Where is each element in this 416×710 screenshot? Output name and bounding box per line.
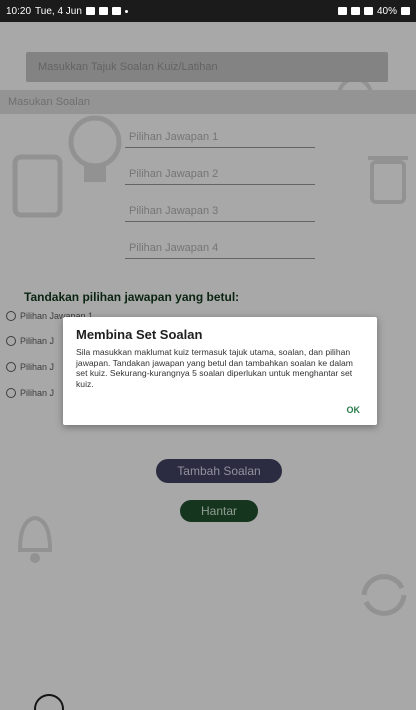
status-time: 10:20 (6, 5, 32, 17)
dialog-message: Sila masukkan maklumat kuiz termasuk taj… (76, 347, 353, 389)
mute-icon (350, 7, 360, 15)
alarm-icon (337, 7, 347, 15)
wifi-icon (363, 7, 373, 15)
battery-icon (401, 7, 410, 15)
dialog-ok-button[interactable]: OK (347, 405, 361, 415)
status-date: Tue, 4 Jun (35, 5, 82, 17)
status-bar: 10:20 Tue, 4 Jun 40% (0, 0, 416, 22)
notification-dot-icon (124, 9, 128, 13)
message-icon (98, 7, 108, 15)
dialog-title: Membina Set Soalan (76, 327, 203, 342)
info-dialog: Membina Set Soalan Sila masukkan makluma… (63, 317, 377, 425)
media-icon (111, 7, 121, 15)
navigation-icon (85, 7, 95, 15)
battery-level: 40% (376, 5, 397, 17)
